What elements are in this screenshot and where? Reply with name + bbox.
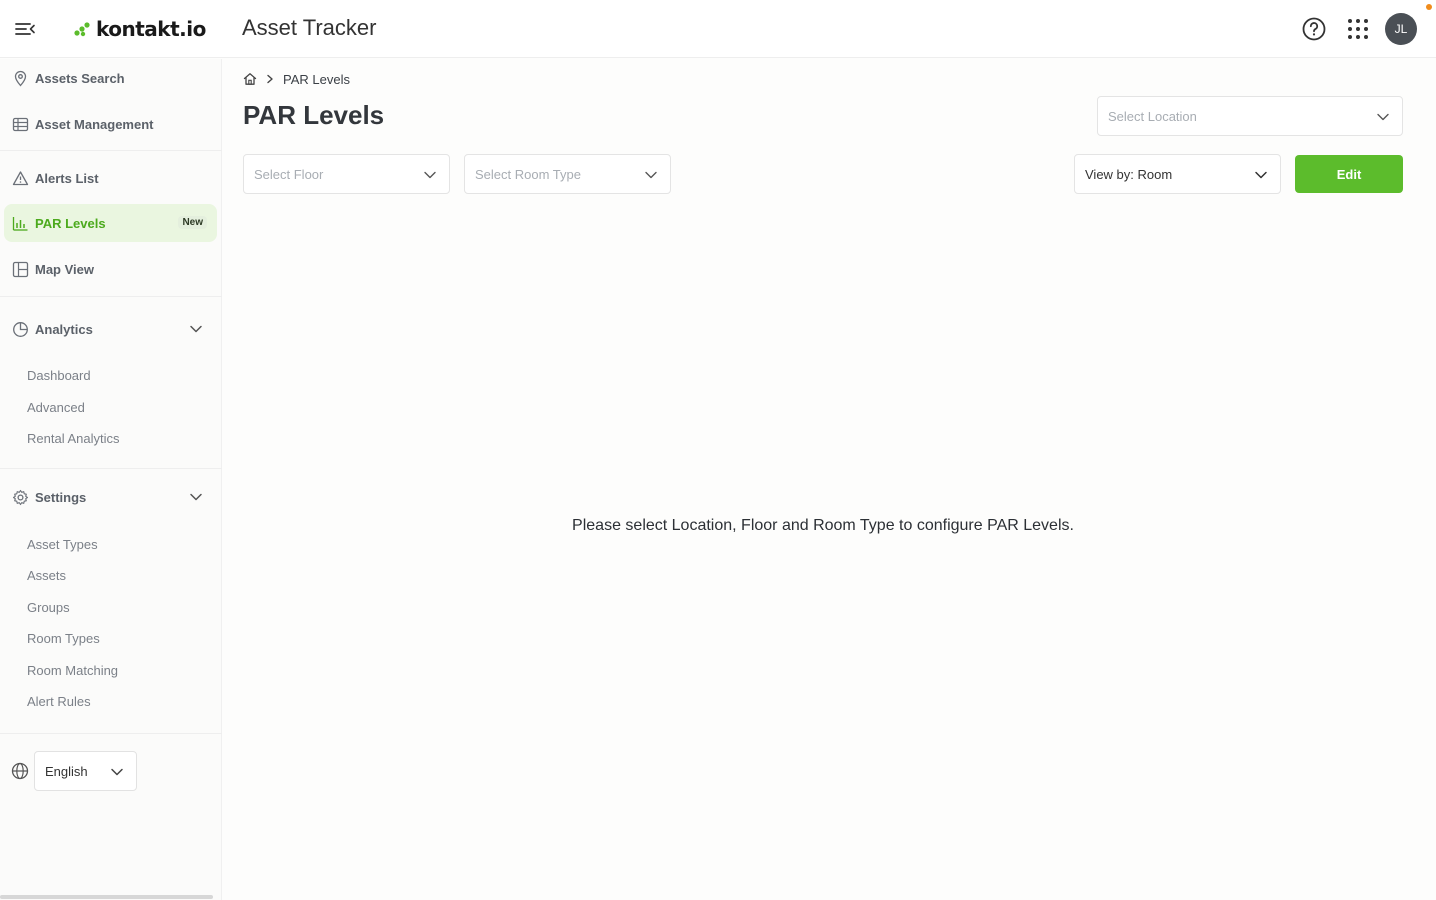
sidebar-scrollbar[interactable]	[0, 895, 213, 899]
sidebar-item-label: Analytics	[35, 321, 93, 337]
language-select[interactable]: English	[34, 751, 137, 791]
user-avatar[interactable]: JL	[1385, 13, 1417, 45]
sidebar-subitem-dashboard[interactable]: Dashboard	[27, 368, 91, 383]
location-select[interactable]: Select Location	[1097, 96, 1403, 136]
view-by-value: View by: Room	[1085, 166, 1173, 182]
sidebar-item-label: Settings	[35, 489, 87, 505]
sidebar-item-settings[interactable]: Settings	[4, 478, 217, 516]
sidebar-item-asset-management[interactable]: Asset Management	[4, 105, 217, 143]
chevron-down-icon	[424, 171, 436, 179]
sidebar-item-label: PAR Levels	[35, 215, 106, 231]
sidebar-item-par-levels[interactable]: PAR Levels New	[4, 204, 217, 242]
apps-grid-icon[interactable]	[1346, 17, 1370, 41]
breadcrumb-current: PAR Levels	[283, 71, 350, 87]
help-icon[interactable]	[1301, 16, 1327, 42]
table-icon	[12, 117, 29, 131]
sidebar-subitem-groups[interactable]: Groups	[27, 600, 70, 615]
room-type-select[interactable]: Select Room Type	[464, 154, 671, 194]
sidebar-subitem-assets[interactable]: Assets	[27, 568, 66, 583]
sidebar-item-label: Alerts List	[35, 170, 99, 186]
floor-select-placeholder: Select Floor	[254, 166, 324, 182]
top-bar: kontakt.io Asset Tracker JL	[0, 0, 1436, 58]
sidebar-item-analytics[interactable]: Analytics	[4, 310, 217, 348]
sidebar-item-map-view[interactable]: Map View	[4, 250, 217, 288]
new-badge: New	[178, 216, 207, 229]
chevron-down-icon	[111, 768, 123, 776]
sidebar-item-alerts-list[interactable]: Alerts List	[4, 159, 217, 197]
globe-icon	[11, 762, 29, 780]
gear-icon	[12, 489, 29, 505]
logo-text: kontakt.io	[96, 17, 206, 41]
view-by-select[interactable]: View by: Room	[1074, 154, 1281, 194]
location-select-placeholder: Select Location	[1108, 108, 1197, 124]
sidebar-divider	[0, 468, 222, 469]
floor-select[interactable]: Select Floor	[243, 154, 450, 194]
chevron-down-icon	[1377, 113, 1389, 121]
location-pin-icon	[14, 70, 27, 86]
warning-triangle-icon	[12, 170, 29, 185]
sidebar-subitem-room-matching[interactable]: Room Matching	[27, 663, 118, 678]
notification-dot	[1426, 4, 1432, 10]
menu-collapse-icon[interactable]	[14, 19, 36, 39]
sidebar-subitem-advanced[interactable]: Advanced	[27, 400, 85, 415]
pie-chart-icon	[13, 321, 28, 337]
sidebar-subitem-room-types[interactable]: Room Types	[27, 631, 100, 646]
sidebar-item-label: Map View	[35, 261, 95, 277]
chevron-down-icon	[645, 171, 657, 179]
sidebar-divider	[0, 150, 222, 151]
breadcrumb: PAR Levels	[243, 71, 350, 87]
sidebar-divider	[0, 733, 222, 734]
map-layout-icon	[12, 261, 29, 277]
sidebar-item-label: Asset Management	[35, 116, 154, 132]
logo[interactable]: kontakt.io	[72, 14, 206, 44]
bar-chart-icon	[12, 216, 28, 231]
app-title: Asset Tracker	[242, 15, 377, 40]
home-icon[interactable]	[243, 72, 257, 86]
sidebar-subitem-alert-rules[interactable]: Alert Rules	[27, 694, 91, 709]
chevron-down-icon[interactable]	[189, 490, 203, 504]
sidebar-item-label: Assets Search	[35, 70, 125, 86]
sidebar-subitem-rental-analytics[interactable]: Rental Analytics	[27, 431, 120, 446]
sidebar-item-assets-search[interactable]: Assets Search	[4, 59, 217, 97]
sidebar-divider	[0, 296, 222, 297]
empty-state-message: Please select Location, Floor and Room T…	[572, 517, 1074, 534]
chevron-down-icon[interactable]	[189, 322, 203, 336]
language-value: English	[45, 763, 88, 779]
logo-mark-icon	[74, 22, 90, 37]
sidebar: Assets Search Asset Management Alerts Li…	[0, 59, 222, 900]
page-title: PAR Levels	[243, 100, 385, 130]
room-type-select-placeholder: Select Room Type	[475, 166, 581, 182]
chevron-right-icon	[267, 74, 273, 84]
sidebar-subitem-asset-types[interactable]: Asset Types	[27, 537, 98, 552]
edit-button[interactable]: Edit	[1295, 155, 1403, 193]
chevron-down-icon	[1255, 171, 1267, 179]
